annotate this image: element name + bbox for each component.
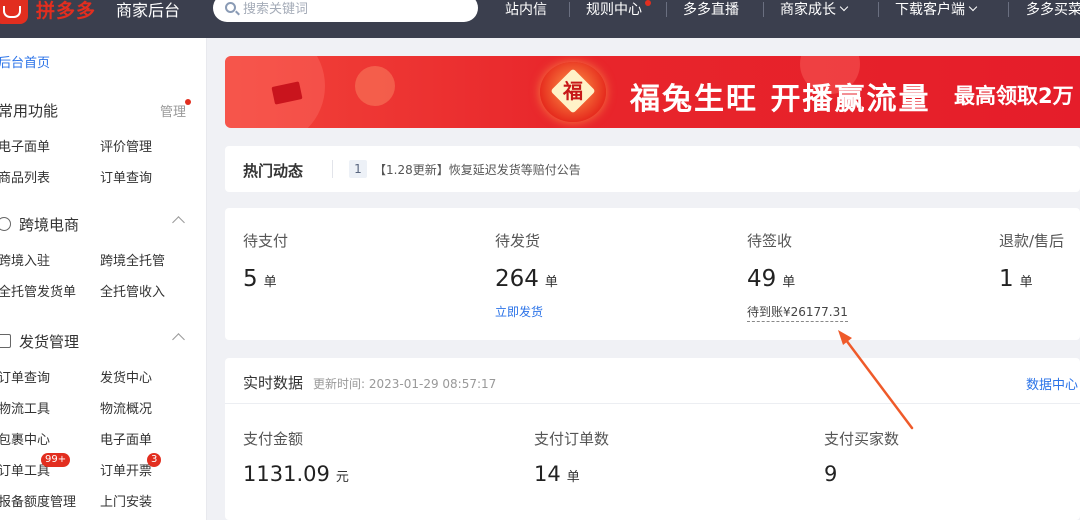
sidebar-item-package-center[interactable]: 包裹中心 bbox=[0, 429, 50, 448]
stat-pending-shipment[interactable]: 264 单 bbox=[495, 266, 558, 292]
sidebar-section-shipping[interactable]: 发货管理 bbox=[19, 331, 79, 352]
stat-value: 5 bbox=[243, 266, 258, 292]
sidebar-item-electronic-waybill[interactable]: 电子面单 bbox=[0, 136, 50, 155]
sidebar-item-product-list[interactable]: 商品列表 bbox=[0, 167, 50, 186]
nav-duoduo-maicai[interactable]: 多多买菜 bbox=[1026, 0, 1080, 22]
sidebar-item-logistics-overview[interactable]: 物流概况 bbox=[100, 398, 152, 417]
stat-label-pending-shipment: 待发货 bbox=[495, 232, 541, 250]
ship-now-link[interactable]: 立即发货 bbox=[495, 303, 543, 320]
search-box[interactable] bbox=[213, 0, 478, 22]
hot-news-title: 热门动态 bbox=[243, 162, 304, 180]
banner-subtitle: 最高领取2万 bbox=[954, 84, 1074, 108]
metric-value: 9 bbox=[824, 462, 838, 486]
invoice-badge: 3 bbox=[147, 453, 162, 467]
metric-label-payment-amount: 支付金额 bbox=[243, 430, 304, 448]
metric-order-count[interactable]: 14 单 bbox=[534, 462, 580, 486]
promo-banner[interactable]: 福 福兔生旺 开播赢流量 最高领取2万 bbox=[225, 56, 1080, 128]
order-stats-card: 待支付 5单 待发货 264 单 立即发货 待签收 49 单 待到账¥26177.3… bbox=[225, 208, 1080, 340]
logo-subtitle: 商家后台 bbox=[116, 1, 181, 20]
logo-text[interactable]: 拼多多 bbox=[36, 0, 96, 22]
sidebar-item-logistics-tools[interactable]: 物流工具 bbox=[0, 398, 50, 417]
nav-messages[interactable]: 站内信 bbox=[505, 0, 547, 22]
stat-pending-receipt[interactable]: 49 单 bbox=[747, 266, 795, 292]
metric-buyer-count[interactable]: 9 bbox=[824, 462, 837, 486]
nav-merchant-growth[interactable]: 商家成长 bbox=[780, 0, 849, 22]
sidebar-item-electronic-waybill[interactable]: 电子面单 bbox=[100, 429, 152, 448]
search-input[interactable] bbox=[243, 0, 463, 18]
data-center-link[interactable]: 数据中心 bbox=[1026, 374, 1078, 393]
metric-payment-amount[interactable]: 1131.09 元 bbox=[243, 462, 349, 486]
sidebar-item-invoicing[interactable]: 订单开票 bbox=[100, 460, 152, 479]
sidebar-home-link[interactable]: 后台首页 bbox=[0, 52, 50, 71]
divider bbox=[225, 403, 1080, 404]
stat-label-pending-receipt: 待签收 bbox=[747, 232, 793, 250]
sidebar-item-full-custody[interactable]: 跨境全托管 bbox=[100, 250, 165, 269]
document-icon bbox=[0, 334, 11, 348]
sidebar-item-shipping-center[interactable]: 发货中心 bbox=[100, 367, 152, 386]
nav-divider bbox=[569, 2, 570, 17]
nav-download-label: 下载客户端 bbox=[895, 2, 965, 18]
chevron-down-icon bbox=[839, 2, 849, 12]
notification-dot bbox=[645, 0, 651, 6]
banner-title: 福兔生旺 开播赢流量 bbox=[630, 82, 931, 117]
nav-divider bbox=[763, 2, 764, 17]
globe-icon bbox=[0, 217, 11, 231]
stat-label-pending-payment: 待支付 bbox=[243, 232, 289, 250]
nav-download-client[interactable]: 下载客户端 bbox=[895, 0, 978, 22]
news-link[interactable]: 【1.28更新】恢复延迟发货等赔付公告 bbox=[374, 161, 581, 178]
metric-unit: 单 bbox=[566, 470, 580, 485]
stat-unit: 单 bbox=[263, 275, 277, 290]
chevron-up-icon[interactable] bbox=[172, 333, 185, 346]
realtime-title: 实时数据 bbox=[243, 374, 304, 392]
realtime-data-card: 实时数据 更新时间: 2023-01-29 08:57:17 数据中心 支付金额… bbox=[225, 358, 1080, 520]
sidebar-section-cross-border[interactable]: 跨境电商 bbox=[19, 214, 79, 235]
order-tools-badge: 99+ bbox=[41, 453, 71, 467]
stat-label-refund-after-sale: 退款/售后 bbox=[999, 232, 1065, 250]
nav-divider bbox=[878, 2, 879, 17]
hot-news-card: 热门动态 1 【1.28更新】恢复延迟发货等赔付公告 bbox=[225, 146, 1080, 192]
lantern-char: 福 bbox=[563, 79, 583, 103]
stat-value: 49 bbox=[747, 266, 777, 292]
sidebar-item-home-installation[interactable]: 上门安装 bbox=[100, 491, 152, 510]
sidebar-item-order-query[interactable]: 订单查询 bbox=[100, 167, 152, 186]
stat-value: 264 bbox=[495, 266, 539, 292]
chevron-up-icon[interactable] bbox=[172, 216, 185, 229]
notification-dot bbox=[185, 99, 191, 105]
metric-label-buyer-count: 支付买家数 bbox=[824, 430, 900, 448]
divider bbox=[332, 160, 333, 178]
news-index: 1 bbox=[349, 160, 367, 178]
stat-pending-payment[interactable]: 5单 bbox=[243, 266, 277, 292]
stat-unit: 单 bbox=[1019, 275, 1033, 290]
sidebar-item-custody-shipping[interactable]: 全托管发货单 bbox=[0, 281, 76, 300]
nav-divider bbox=[1008, 2, 1009, 17]
chevron-down-icon bbox=[968, 2, 978, 12]
banner-decoration bbox=[355, 66, 395, 106]
stat-refund-after-sale[interactable]: 1单 bbox=[999, 266, 1033, 292]
metric-unit: 元 bbox=[335, 470, 349, 485]
sidebar-item-cross-border-entry[interactable]: 跨境入驻 bbox=[0, 250, 50, 269]
nav-live[interactable]: 多多直播 bbox=[683, 0, 739, 22]
sidebar-item-order-query[interactable]: 订单查询 bbox=[0, 367, 50, 386]
update-time: 更新时间: 2023-01-29 08:57:17 bbox=[313, 377, 497, 391]
top-bar: 拼多多 商家后台 站内信 规则中心 多多直播 商家成长 下载客户端 多多买菜 bbox=[0, 0, 1080, 38]
pinduoduo-logo-icon[interactable] bbox=[0, 0, 28, 24]
stat-value: 1 bbox=[999, 266, 1014, 292]
nav-merchant-growth-label: 商家成长 bbox=[780, 2, 836, 18]
pending-settlement-amount[interactable]: 待到账¥26177.31 bbox=[747, 303, 848, 322]
nav-rules-center[interactable]: 规则中心 bbox=[586, 0, 642, 22]
metric-value: 14 bbox=[534, 462, 561, 486]
sidebar-section-common: 常用功能 bbox=[0, 102, 59, 120]
metric-value: 1131.09 bbox=[243, 462, 330, 486]
nav-divider bbox=[666, 2, 667, 17]
sidebar-item-quota-report[interactable]: 报备额度管理 bbox=[0, 491, 76, 510]
manage-link[interactable]: 管理 bbox=[160, 101, 186, 120]
search-icon[interactable] bbox=[225, 2, 236, 13]
stat-unit: 单 bbox=[782, 275, 796, 290]
sidebar: 后台首页 常用功能 管理 电子面单 评价管理 商品列表 订单查询 跨境电商 跨境… bbox=[0, 38, 207, 520]
stat-unit: 单 bbox=[544, 275, 558, 290]
sidebar-item-custody-income[interactable]: 全托管收入 bbox=[100, 281, 165, 300]
sidebar-item-review-management[interactable]: 评价管理 bbox=[100, 136, 152, 155]
metric-label-order-count: 支付订单数 bbox=[534, 430, 610, 448]
